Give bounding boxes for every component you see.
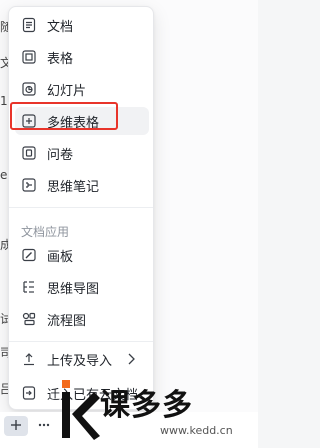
create-menu: 文档 表格 幻灯片 多维表格 问卷 思维笔记 文档应用 画板 思维导图 流程图 … [8, 6, 154, 410]
mindnote-icon [21, 177, 37, 193]
section-label: 文档应用 [21, 225, 70, 239]
menu-item-mindnote[interactable]: 思维笔记 [15, 171, 149, 199]
menu-item-label: 问卷 [47, 147, 74, 163]
menu-divider [9, 341, 153, 342]
menu-item-sheet[interactable]: 表格 [15, 43, 149, 71]
flowchart-icon [21, 311, 37, 327]
menu-item-survey[interactable]: 问卷 [15, 139, 149, 167]
menu-divider [9, 207, 153, 208]
mindmap-icon [21, 279, 37, 295]
menu-item-doc[interactable]: 文档 [15, 11, 149, 39]
menu-item-label: 流程图 [47, 313, 87, 329]
brand-url: www.kedd.cn [160, 424, 233, 437]
menu-item-whiteboard[interactable]: 画板 [15, 241, 149, 269]
menu-item-label: 幻灯片 [47, 83, 87, 99]
menu-item-label: 思维导图 [47, 281, 100, 297]
chevron-right-icon [123, 351, 139, 367]
survey-icon [21, 145, 37, 161]
menu-item-label: 文档 [47, 19, 74, 35]
sheet-icon [21, 49, 37, 65]
slides-icon [21, 81, 37, 97]
move-in-icon [21, 385, 37, 401]
menu-item-bitable[interactable]: 多维表格 [15, 107, 149, 135]
more-icon [37, 417, 51, 436]
brand-name: 课多多 [100, 388, 193, 423]
plus-icon [9, 417, 23, 436]
whiteboard-icon [21, 247, 37, 263]
menu-item-label: 表格 [47, 51, 74, 67]
plus-button[interactable] [4, 416, 28, 436]
menu-item-slides[interactable]: 幻灯片 [15, 75, 149, 103]
brand-logo [60, 378, 100, 442]
more-button[interactable] [32, 416, 56, 436]
menu-item-label: 上传及导入 [47, 353, 113, 369]
menu-item-label: 多维表格 [47, 115, 100, 131]
menu-item-flowchart[interactable]: 流程图 [15, 305, 149, 333]
upload-icon [21, 351, 37, 367]
menu-item-upload-import[interactable]: 上传及导入 [15, 345, 149, 373]
menu-item-label: 思维笔记 [47, 179, 100, 195]
doc-icon [21, 17, 37, 33]
bitable-icon [21, 113, 37, 129]
menu-item-label: 画板 [47, 249, 74, 265]
menu-item-mindmap[interactable]: 思维导图 [15, 273, 149, 301]
